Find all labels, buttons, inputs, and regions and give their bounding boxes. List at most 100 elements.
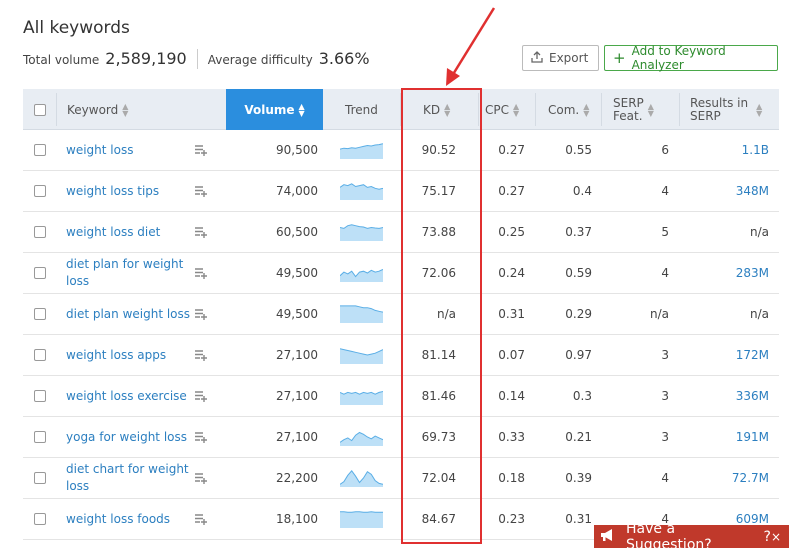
trend-sparkline — [340, 376, 385, 416]
cpc-value: 0.18 — [498, 471, 525, 485]
export-icon — [531, 50, 543, 66]
suggestion-widget[interactable]: Have a Suggestion? ? × — [594, 521, 789, 553]
header-volume[interactable]: Volume ▲ ▼ — [226, 89, 323, 130]
cpc-value: 0.24 — [498, 266, 525, 280]
competition-value: 0.31 — [565, 512, 592, 526]
table-row: weight loss tips 74,000 75.17 0.27 0.4 4 348M — [23, 171, 779, 212]
row-checkbox[interactable] — [34, 253, 46, 293]
table-row: weight loss 90,500 90.52 0.27 0.55 6 1.1B — [23, 130, 779, 171]
keyword-link[interactable]: weight loss foods — [66, 499, 191, 539]
competition-value: 0.37 — [565, 225, 592, 239]
volume-value: 74,000 — [276, 184, 318, 198]
add-to-list-icon[interactable] — [194, 294, 208, 334]
add-to-list-icon[interactable] — [194, 499, 208, 539]
table-row: weight loss diet 60,500 73.88 0.25 0.37 5 n/a — [23, 212, 779, 253]
results-in-serp-value: 72.7M — [731, 471, 769, 485]
trend-sparkline — [340, 253, 385, 293]
average-difficulty-value: 3.66% — [318, 49, 370, 68]
kd-value: 72.04 — [421, 471, 456, 485]
competition-value: 0.97 — [565, 348, 592, 362]
header-keyword[interactable]: Keyword ▲ ▼ — [67, 89, 128, 130]
trend-sparkline — [340, 294, 385, 334]
volume-value: 90,500 — [276, 143, 318, 157]
add-to-keyword-analyzer-button[interactable]: + Add to Keyword Analyzer — [604, 44, 778, 72]
trend-sparkline — [340, 417, 385, 457]
add-to-list-icon[interactable] — [194, 417, 208, 457]
add-to-list-icon[interactable] — [194, 171, 208, 211]
table-row: weight loss apps 27,100 81.14 0.07 0.97 3 172M — [23, 335, 779, 376]
serp-features-value: 4 — [661, 471, 669, 485]
table-row: weight loss exercise 27,100 81.46 0.14 0.3 3 3… — [23, 376, 779, 417]
keyword-link[interactable]: diet chart for weight loss — [66, 458, 191, 498]
keyword-link[interactable]: weight loss — [66, 130, 191, 170]
row-checkbox[interactable] — [34, 335, 46, 375]
keyword-link[interactable]: weight loss tips — [66, 171, 191, 211]
add-to-list-icon[interactable] — [194, 130, 208, 170]
keyword-link[interactable]: weight loss diet — [66, 212, 191, 252]
add-to-list-icon[interactable] — [194, 253, 208, 293]
export-label: Export — [549, 51, 589, 65]
keywords-table: Keyword ▲ ▼ Volume ▲ ▼ Trend KD ▲ ▼ CPC ▲ ▼ … — [23, 89, 779, 540]
cpc-value: 0.25 — [498, 225, 525, 239]
sort-icon: ▲ ▼ — [756, 101, 763, 118]
header-serp-features[interactable]: SERP Feat. ▲ ▼ — [613, 89, 654, 130]
row-checkbox[interactable] — [34, 458, 46, 498]
help-icon[interactable]: ? — [764, 529, 771, 545]
results-in-serp-value: n/a — [749, 307, 769, 321]
add-label: Add to Keyword Analyzer — [631, 44, 726, 72]
keyword-link[interactable]: weight loss exercise — [66, 376, 191, 416]
total-volume-value: 2,589,190 — [105, 49, 187, 68]
header-trend: Trend — [345, 102, 378, 117]
keyword-link[interactable]: yoga for weight loss — [66, 417, 191, 457]
select-all-checkbox[interactable] — [34, 89, 46, 130]
results-in-serp-value: 191M — [735, 430, 769, 444]
keyword-link[interactable]: diet plan for weight loss — [66, 253, 191, 293]
summary-divider — [196, 49, 198, 69]
competition-value: 0.55 — [565, 143, 592, 157]
serp-features-value: n/a — [649, 307, 669, 321]
table-row: diet chart for weight loss 22,200 72.04 0.1… — [23, 458, 779, 499]
volume-value: 27,100 — [276, 430, 318, 444]
competition-value: 0.4 — [572, 184, 592, 198]
add-to-list-icon[interactable] — [194, 335, 208, 375]
row-checkbox[interactable] — [34, 294, 46, 334]
row-checkbox[interactable] — [34, 212, 46, 252]
add-to-list-icon[interactable] — [194, 376, 208, 416]
trend-sparkline — [340, 212, 385, 252]
header-kd[interactable]: KD ▲ ▼ — [423, 89, 450, 130]
average-difficulty-label: Average difficulty — [207, 53, 313, 67]
kd-value: 75.17 — [421, 184, 456, 198]
results-in-serp-value: 172M — [735, 348, 769, 362]
serp-features-value: 3 — [661, 348, 669, 362]
competition-value: 0.3 — [572, 389, 592, 403]
volume-value: 60,500 — [276, 225, 318, 239]
megaphone-icon — [600, 528, 616, 546]
kd-value: 73.88 — [421, 225, 456, 239]
cpc-value: 0.27 — [498, 143, 525, 157]
row-checkbox[interactable] — [34, 130, 46, 170]
header-results-in-serp[interactable]: Results in SERP ▲ ▼ — [690, 89, 762, 130]
cpc-value: 0.23 — [498, 512, 525, 526]
volume-value: 27,100 — [276, 389, 318, 403]
kd-value: n/a — [436, 307, 456, 321]
cpc-value: 0.27 — [498, 184, 525, 198]
trend-sparkline — [340, 335, 385, 375]
keyword-link[interactable]: weight loss apps — [66, 335, 191, 375]
export-button[interactable]: Export — [522, 45, 599, 71]
trend-sparkline — [340, 458, 385, 498]
row-checkbox[interactable] — [34, 376, 46, 416]
add-to-list-icon[interactable] — [194, 458, 208, 498]
row-checkbox[interactable] — [34, 417, 46, 457]
close-icon[interactable]: × — [771, 530, 781, 544]
row-checkbox[interactable] — [34, 171, 46, 211]
trend-sparkline — [340, 130, 385, 170]
row-checkbox[interactable] — [34, 499, 46, 539]
keyword-link[interactable]: diet plan weight loss — [66, 294, 191, 334]
header-competition[interactable]: Com. ▲ ▼ — [548, 89, 589, 130]
volume-value: 18,100 — [276, 512, 318, 526]
serp-features-value: 3 — [661, 430, 669, 444]
volume-value: 27,100 — [276, 348, 318, 362]
header-cpc[interactable]: CPC ▲ ▼ — [485, 89, 519, 130]
add-to-list-icon[interactable] — [194, 212, 208, 252]
sort-icon: ▲ ▼ — [513, 101, 520, 118]
